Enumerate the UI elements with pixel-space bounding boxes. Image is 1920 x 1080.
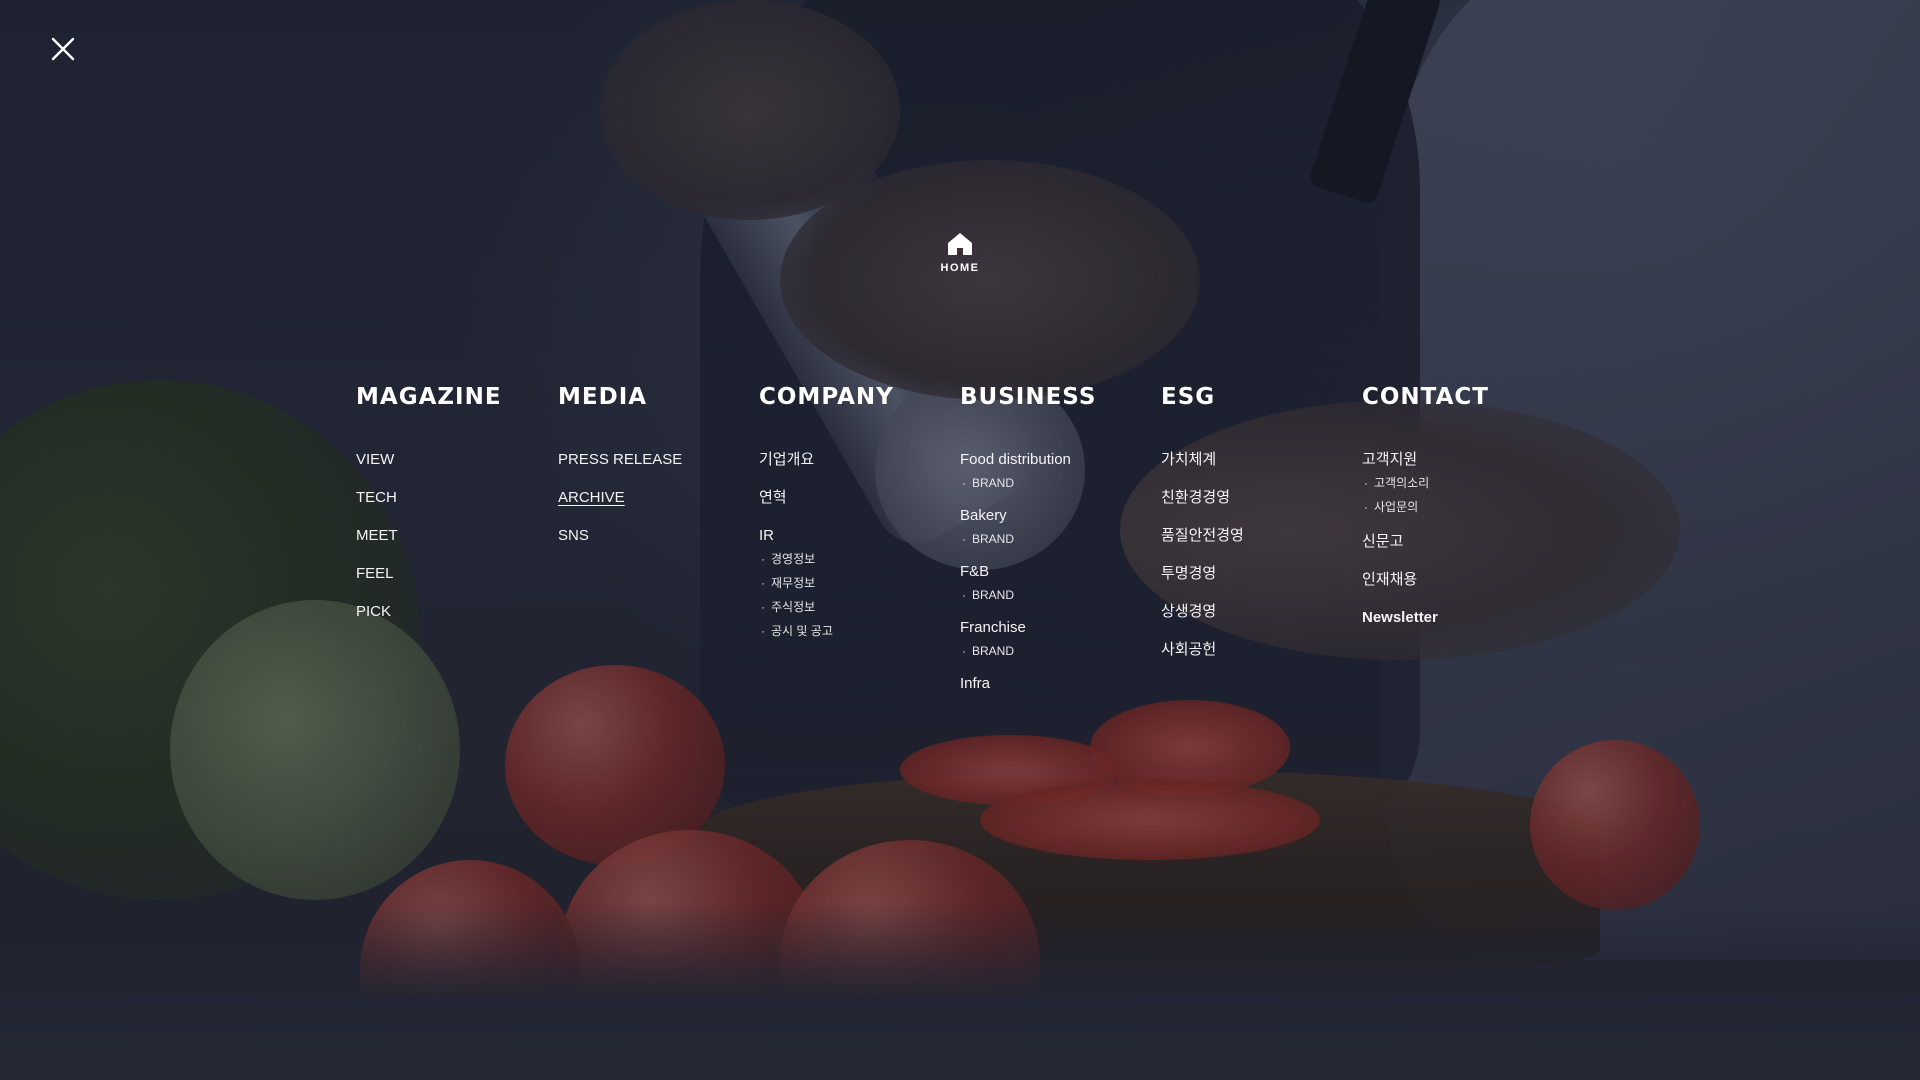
close-button[interactable] [46, 32, 80, 66]
menu-column-company: COMPANY 기업개요 연혁 IR 경영정보 재무정보 주식정보 공시 및 공… [759, 382, 959, 656]
menu-item-archive[interactable]: ARCHIVE [558, 488, 758, 508]
menu-item-social-contribution[interactable]: 사회공헌 [1161, 640, 1361, 660]
contact-list: 고객지원 고객의소리 사업문의 신문고 인재채용 Newsletter [1362, 450, 1562, 628]
media-list: PRESS RELEASE ARCHIVE SNS [558, 450, 758, 546]
menu-item-sns[interactable]: SNS [558, 526, 758, 546]
business-list: Food distribution BRAND Bakery BRAND F&B… [960, 450, 1160, 694]
menu-item-franchise[interactable]: Franchise [960, 618, 1160, 638]
menu-heading-company[interactable]: COMPANY [759, 382, 959, 412]
submenu-item-disclosure[interactable]: 공시 및 공고 [759, 624, 959, 638]
menu-item-transparent-management[interactable]: 투명경영 [1161, 564, 1361, 584]
menu-item-fnb[interactable]: F&B [960, 562, 1160, 582]
customer-support-submenu: 고객의소리 사업문의 [1362, 476, 1562, 514]
menu-column-magazine: MAGAZINE VIEW TECH MEET FEEL PICK [356, 382, 556, 640]
submenu-item-management-info[interactable]: 경영정보 [759, 552, 959, 566]
menu-heading-esg[interactable]: ESG [1161, 382, 1361, 412]
menu-heading-media[interactable]: MEDIA [558, 382, 758, 412]
menu-column-business: BUSINESS Food distribution BRAND Bakery … [960, 382, 1160, 712]
menu-column-media: MEDIA PRESS RELEASE ARCHIVE SNS [558, 382, 758, 564]
menu-column-contact: CONTACT 고객지원 고객의소리 사업문의 신문고 인재채용 Newslet… [1362, 382, 1562, 646]
menu-overlay-screen: HOME MAGAZINE VIEW TECH MEET FEEL PICK M… [0, 0, 1920, 1080]
menu-item-pick[interactable]: PICK [356, 602, 556, 622]
submenu-item-brand[interactable]: BRAND [960, 532, 1160, 546]
site-menu: MAGAZINE VIEW TECH MEET FEEL PICK MEDIA … [356, 382, 1596, 742]
menu-item-history[interactable]: 연혁 [759, 488, 959, 508]
menu-item-food-distribution[interactable]: Food distribution [960, 450, 1160, 470]
menu-item-customer-support[interactable]: 고객지원 [1362, 450, 1562, 470]
menu-item-view[interactable]: VIEW [356, 450, 556, 470]
menu-item-win-win-management[interactable]: 상생경영 [1161, 602, 1361, 622]
menu-item-bakery[interactable]: Bakery [960, 506, 1160, 526]
esg-list: 가치체계 친환경경영 품질안전경영 투명경영 상생경영 사회공헌 [1161, 450, 1361, 660]
company-list: 기업개요 연혁 IR [759, 450, 959, 546]
submenu-item-stock-info[interactable]: 주식정보 [759, 600, 959, 614]
menu-heading-magazine[interactable]: MAGAZINE [356, 382, 556, 412]
menu-item-company-overview[interactable]: 기업개요 [759, 450, 959, 470]
submenu-item-customer-voice[interactable]: 고객의소리 [1362, 476, 1562, 490]
menu-item-infra[interactable]: Infra [960, 674, 1160, 694]
submenu-item-financial-info[interactable]: 재무정보 [759, 576, 959, 590]
menu-column-esg: ESG 가치체계 친환경경영 품질안전경영 투명경영 상생경영 사회공헌 [1161, 382, 1361, 678]
menu-item-sinmungo[interactable]: 신문고 [1362, 532, 1562, 552]
home-icon [948, 233, 972, 255]
menu-item-feel[interactable]: FEEL [356, 564, 556, 584]
menu-item-eco-management[interactable]: 친환경경영 [1161, 488, 1361, 508]
menu-item-value-system[interactable]: 가치체계 [1161, 450, 1361, 470]
close-icon [51, 37, 75, 61]
menu-item-ir[interactable]: IR [759, 526, 959, 546]
menu-item-quality-safety[interactable]: 품질안전경영 [1161, 526, 1361, 546]
menu-item-tech[interactable]: TECH [356, 488, 556, 508]
submenu-item-brand[interactable]: BRAND [960, 476, 1160, 490]
menu-item-meet[interactable]: MEET [356, 526, 556, 546]
ir-submenu: 경영정보 재무정보 주식정보 공시 및 공고 [759, 552, 959, 638]
submenu-item-brand[interactable]: BRAND [960, 644, 1160, 658]
menu-item-press-release[interactable]: PRESS RELEASE [558, 450, 758, 470]
submenu-item-business-inquiry[interactable]: 사업문의 [1362, 500, 1562, 514]
home-link[interactable]: HOME [930, 232, 990, 274]
magazine-list: VIEW TECH MEET FEEL PICK [356, 450, 556, 622]
home-label: HOME [940, 262, 980, 274]
menu-item-newsletter[interactable]: Newsletter [1362, 608, 1562, 628]
menu-heading-contact[interactable]: CONTACT [1362, 382, 1562, 412]
menu-heading-business[interactable]: BUSINESS [960, 382, 1160, 412]
submenu-item-brand[interactable]: BRAND [960, 588, 1160, 602]
menu-item-recruitment[interactable]: 인재채용 [1362, 570, 1562, 590]
